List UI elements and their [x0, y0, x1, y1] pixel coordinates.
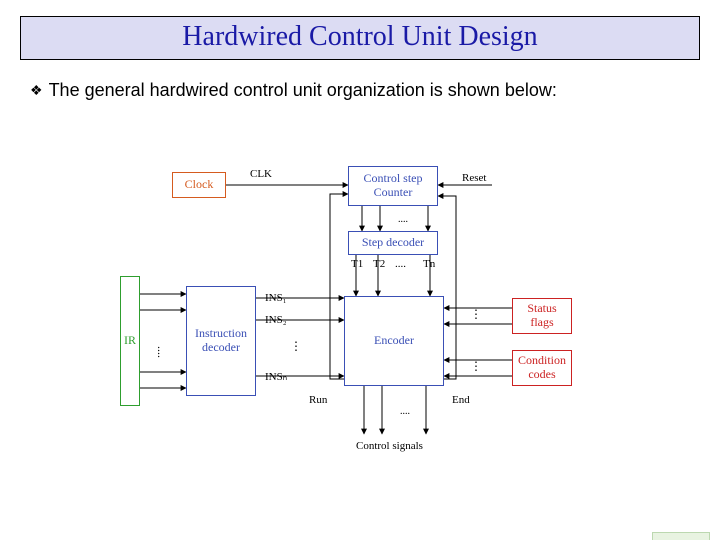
signal-clk: CLK: [250, 168, 272, 180]
control-unit-diagram: .... .... ⋮ ⋮ ⋮ .... Clock Control step …: [120, 166, 620, 476]
signal-ins2: INS₂: [265, 314, 287, 326]
block-control-step-counter: Control step Counter: [348, 166, 438, 206]
block-step-decoder: Step decoder: [348, 231, 438, 255]
block-status-flags: Status flags: [512, 298, 572, 334]
svg-text:⋮: ⋮: [290, 339, 302, 353]
signal-t1: T1: [351, 258, 363, 270]
svg-text:⋮: ⋮: [470, 359, 482, 373]
svg-text:....: ....: [155, 346, 169, 358]
signal-control-signals: Control signals: [356, 440, 423, 452]
signal-tn: Tn: [423, 258, 435, 270]
bullet-content: The general hardwired control unit organ…: [49, 80, 557, 100]
signal-end: End: [452, 394, 470, 406]
block-ir: IR: [120, 276, 140, 406]
bullet-diamond-icon: ❖: [30, 82, 43, 98]
slide-number-box: [652, 532, 710, 540]
svg-text:⋮: ⋮: [470, 307, 482, 321]
block-encoder: Encoder: [344, 296, 444, 386]
signal-ins1: INS₁: [265, 292, 287, 304]
signal-tdots: ....: [395, 258, 406, 270]
signal-run: Run: [309, 394, 327, 406]
bullet-text: ❖ The general hardwired control unit orga…: [30, 78, 690, 102]
block-instruction-decoder: Instruction decoder: [186, 286, 256, 396]
svg-text:....: ....: [400, 406, 410, 417]
block-condition-codes: Condition codes: [512, 350, 572, 386]
svg-text:....: ....: [398, 214, 408, 225]
signal-reset: Reset: [462, 172, 486, 184]
block-clock: Clock: [172, 172, 226, 198]
signal-t2: T2: [373, 258, 385, 270]
slide-title: Hardwired Control Unit Design: [20, 16, 700, 60]
signal-insn: INSₙ: [265, 370, 287, 383]
